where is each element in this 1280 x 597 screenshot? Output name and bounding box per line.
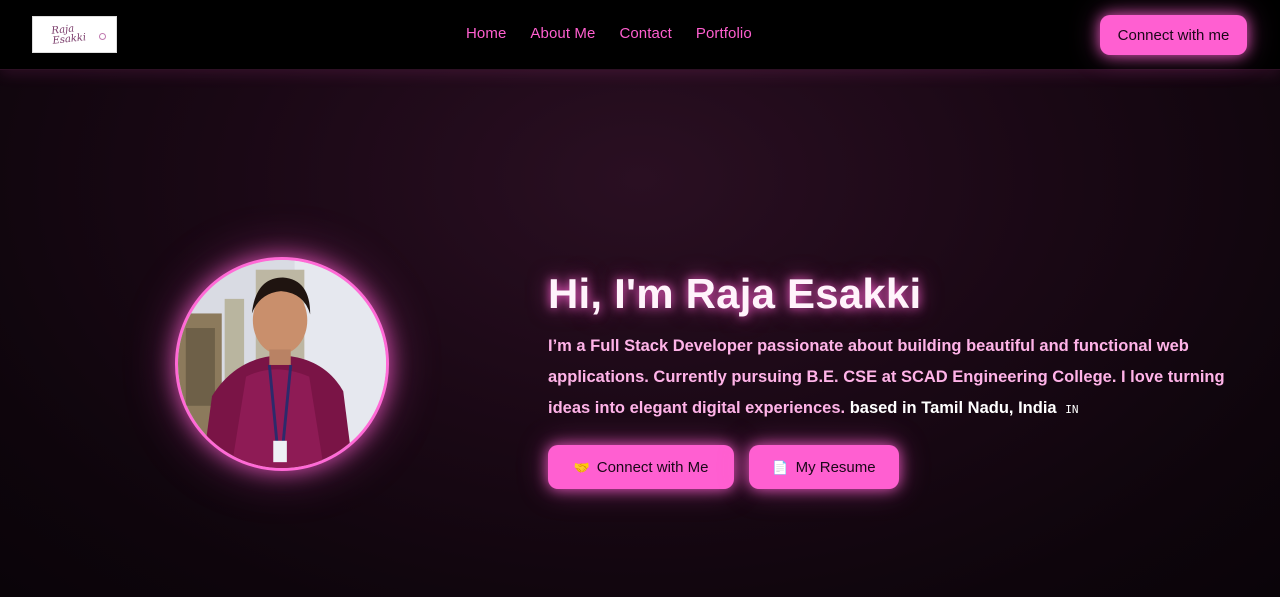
avatar (175, 257, 389, 471)
avatar-photo (178, 260, 386, 468)
hero-description: I’m a Full Stack Developer passionate ab… (548, 331, 1228, 425)
my-resume-button[interactable]: 📄 My Resume (749, 445, 899, 489)
india-flag-icon: IN (1065, 403, 1079, 416)
connect-with-me-label: Connect with Me (596, 458, 709, 476)
nav-links: Home About Me Contact Portfolio (466, 25, 752, 45)
document-icon: 📄 (772, 459, 789, 475)
logo-text: Raja Esakki (50, 22, 87, 47)
connect-with-me-nav-button[interactable]: Connect with me (1100, 15, 1247, 55)
logo[interactable]: Raja Esakki (32, 16, 117, 53)
nav-link-contact[interactable]: Contact (619, 25, 671, 45)
my-resume-label: My Resume (795, 458, 876, 476)
navbar: Raja Esakki Home About Me Contact Portfo… (0, 0, 1280, 70)
hero-location: based in Tamil Nadu, India (849, 399, 1057, 417)
flower-icon (99, 33, 106, 40)
hero-title: Hi, I'm Raja Esakki (548, 270, 922, 317)
handshake-icon: 🤝 (573, 459, 590, 475)
connect-with-me-button[interactable]: 🤝 Connect with Me (548, 445, 734, 489)
nav-link-home[interactable]: Home (466, 25, 506, 45)
nav-link-about-me[interactable]: About Me (530, 25, 595, 45)
nav-link-portfolio[interactable]: Portfolio (696, 25, 752, 45)
page: Raja Esakki Home About Me Contact Portfo… (0, 0, 1280, 597)
